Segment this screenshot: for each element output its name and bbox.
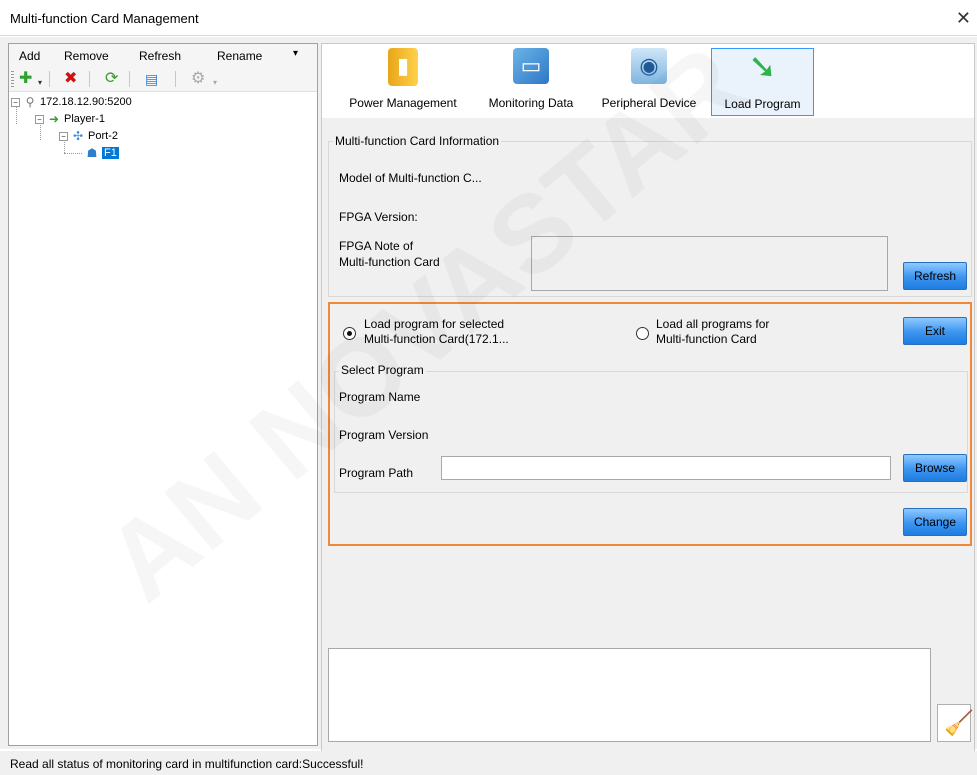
- program-version-label: Program Version: [339, 428, 429, 442]
- menu-remove[interactable]: Remove: [64, 49, 109, 63]
- tab-strip: ▮ Power Management ▭ Monitoring Data ◉ P…: [322, 44, 974, 118]
- fpga-version-label: FPGA Version:: [339, 210, 418, 224]
- program-path-input[interactable]: [441, 456, 891, 480]
- dropdown-arrow-icon[interactable]: ▾: [38, 73, 42, 93]
- radio-load-all-label-line2: Multi-function Card: [656, 332, 757, 346]
- browse-button[interactable]: Browse: [903, 454, 967, 482]
- menu-add[interactable]: Add: [19, 49, 40, 63]
- radio-load-all-label-line1: Load all programs for: [656, 317, 770, 331]
- radio-load-all[interactable]: [636, 327, 649, 340]
- tree-connector: [64, 153, 82, 154]
- settings-icon[interactable]: ⚙: [191, 69, 205, 89]
- tree-node-port[interactable]: − ✣ Port-2: [59, 128, 118, 144]
- monitor-icon: ▭: [513, 48, 549, 84]
- camera-device-icon: ◉: [631, 48, 667, 84]
- tab-load-program[interactable]: ➘ Load Program: [711, 48, 814, 116]
- tree-node-label: Player-1: [64, 113, 105, 125]
- radio-load-selected-label-line1: Load program for selected: [364, 317, 505, 331]
- left-toolbar: ✚ ▾ ✖ ⟳ ▤ ⚙ ▾: [9, 66, 317, 92]
- toolbar-separator: [129, 71, 130, 87]
- collapse-icon[interactable]: −: [35, 114, 44, 124]
- toolbar-separator: [89, 71, 90, 87]
- tab-power-management[interactable]: ▮ Power Management: [336, 48, 470, 116]
- toolbar-separator: [49, 71, 50, 87]
- tree-node-label: Port-2: [88, 130, 118, 142]
- change-button[interactable]: Change: [903, 508, 967, 536]
- menu-rename[interactable]: Rename: [217, 49, 262, 63]
- port-icon: ✣: [72, 129, 84, 144]
- delete-icon[interactable]: ✖: [64, 69, 77, 89]
- log-output-area[interactable]: [328, 648, 931, 742]
- tree-node-server[interactable]: − ⚲ 172.18.12.90:5200: [11, 94, 132, 110]
- card-icon: ☗: [86, 146, 98, 161]
- tree-node-card[interactable]: ☗ F1: [85, 145, 119, 161]
- left-menubar: Add Remove Refresh Rename ▾: [9, 44, 317, 66]
- tab-label: Power Management: [349, 96, 457, 110]
- network-antenna-icon: ⚲: [25, 95, 35, 110]
- tree-node-label: 172.18.12.90:5200: [40, 96, 132, 108]
- fpga-note-label-line2: Multi-function Card: [339, 255, 440, 269]
- dropdown-arrow-icon[interactable]: ▾: [213, 73, 217, 93]
- tab-label: Load Program: [724, 97, 801, 111]
- program-name-label: Program Name: [339, 390, 421, 404]
- clear-log-button[interactable]: 🧹: [937, 704, 974, 742]
- radio-load-selected[interactable]: [343, 327, 356, 340]
- battery-icon: ▮: [388, 48, 418, 86]
- collapse-icon[interactable]: −: [59, 131, 68, 141]
- refresh-button[interactable]: Refresh: [903, 262, 967, 290]
- tree-node-label-selected: F1: [102, 147, 119, 159]
- status-bar: Read all status of monitoring card in mu…: [0, 751, 977, 775]
- broom-icon: 🧹: [944, 710, 974, 737]
- collapse-icon[interactable]: −: [11, 97, 20, 107]
- menu-refresh[interactable]: Refresh: [139, 49, 181, 63]
- green-arrow-icon: ➘: [748, 48, 777, 86]
- tree-node-player[interactable]: − ➜ Player-1: [35, 111, 105, 127]
- tab-label: Monitoring Data: [488, 96, 574, 110]
- card-info-title: Multi-function Card Information: [333, 134, 502, 148]
- tab-monitoring-data[interactable]: ▭ Monitoring Data: [476, 48, 586, 116]
- exit-button[interactable]: Exit: [903, 317, 967, 345]
- status-message: Read all status of monitoring card in mu…: [10, 757, 364, 771]
- program-path-label: Program Path: [339, 466, 414, 480]
- window-client: Add Remove Refresh Rename ▾ ✚ ▾ ✖ ⟳ ▤ ⚙ …: [0, 37, 977, 752]
- right-panel: ▮ Power Management ▭ Monitoring Data ◉ P…: [321, 43, 975, 752]
- refresh-icon[interactable]: ⟳: [105, 69, 118, 89]
- green-arrow-icon: ➜: [48, 112, 60, 127]
- select-program-title: Select Program: [339, 363, 426, 377]
- title-bar: Multi-function Card Management ✕: [0, 0, 977, 36]
- fpga-note-label-line1: FPGA Note of: [339, 239, 414, 253]
- radio-load-selected-label-line2: Multi-function Card(172.1...: [364, 332, 509, 346]
- left-panel: Add Remove Refresh Rename ▾ ✚ ▾ ✖ ⟳ ▤ ⚙ …: [8, 43, 318, 746]
- model-label: Model of Multi-function C...: [339, 171, 482, 185]
- export-icon[interactable]: ▤: [145, 69, 158, 89]
- menu-overflow-icon[interactable]: ▾: [293, 48, 298, 59]
- toolbar-separator: [175, 71, 176, 87]
- fpga-note-field: [531, 236, 888, 291]
- tab-peripheral-device[interactable]: ◉ Peripheral Device: [588, 48, 710, 116]
- close-icon[interactable]: ✕: [956, 8, 971, 29]
- toolbar-grip: [11, 71, 14, 87]
- tab-label: Peripheral Device: [601, 96, 697, 110]
- plus-icon[interactable]: ✚: [19, 69, 32, 89]
- window-title: Multi-function Card Management: [10, 11, 199, 26]
